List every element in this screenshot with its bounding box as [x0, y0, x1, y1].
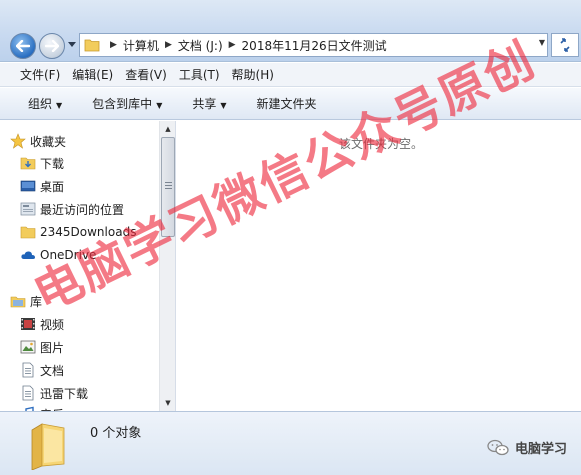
menu-help[interactable]: 帮助(H): [232, 66, 274, 83]
nav-item-downloads[interactable]: 下载: [20, 154, 65, 172]
breadcrumb-computer[interactable]: 计算机: [123, 37, 159, 54]
nav-item-recent-places[interactable]: 最近访问的位置: [20, 200, 125, 218]
corner-watermark-label: 电脑学习: [514, 442, 567, 457]
navigation-pane: 收藏夹 下载 桌面 最近访问的位置 2345Downloads OneDrive…: [0, 121, 176, 411]
organize-button[interactable]: 组织 ▼: [28, 95, 62, 112]
nav-item-desktop[interactable]: 桌面: [20, 177, 65, 195]
nav-favorites-label: 收藏夹: [30, 134, 67, 149]
nav-scrollbar[interactable]: ▲ ▼: [159, 121, 175, 411]
empty-folder-message: 该文件夹为空。: [339, 137, 424, 151]
share-button[interactable]: 共享 ▼: [192, 95, 226, 112]
include-in-library-label: 包含到库中: [92, 97, 153, 111]
document-icon: [22, 385, 34, 401]
menu-file[interactable]: 文件(F): [20, 66, 60, 83]
menu-edit[interactable]: 编辑(E): [72, 66, 113, 83]
new-folder-button[interactable]: 新建文件夹: [257, 95, 317, 112]
menu-bar: 文件(F) 编辑(E) 查看(V) 工具(T) 帮助(H): [0, 63, 581, 87]
nav-item-videos[interactable]: 视频: [21, 315, 65, 333]
nav-item-onedrive[interactable]: OneDrive: [21, 246, 97, 264]
arrow-right-icon: [45, 40, 59, 52]
folder-icon: [84, 39, 100, 52]
nav-libraries[interactable]: 库: [10, 292, 43, 310]
include-in-library-button[interactable]: 包含到库中 ▼: [92, 95, 162, 112]
item-count: 0 个对象: [90, 426, 142, 441]
command-bar: 组织 ▼ 包含到库中 ▼ 共享 ▼ 新建文件夹: [0, 88, 581, 120]
nav-item-label: OneDrive: [40, 248, 97, 262]
refresh-button[interactable]: [551, 33, 579, 57]
history-chevron-down-icon[interactable]: [68, 42, 76, 48]
nav-item-label: 迅雷下载: [40, 386, 89, 401]
breadcrumb-chevron-icon[interactable]: ▶: [110, 40, 117, 50]
nav-libraries-label: 库: [30, 294, 43, 309]
chevron-down-icon: ▼: [56, 101, 63, 110]
recent-places-icon: [20, 202, 36, 216]
chevron-down-icon: ▼: [220, 101, 227, 110]
scroll-thumb[interactable]: [161, 137, 175, 237]
nav-item-label: 文档: [40, 363, 65, 378]
address-dropdown-icon[interactable]: ▼: [539, 38, 545, 47]
breadcrumb-chevron-icon[interactable]: ▶: [229, 40, 236, 50]
document-icon: [22, 362, 34, 378]
menu-tools[interactable]: 工具(T): [179, 66, 220, 83]
refresh-icon: [560, 38, 570, 52]
share-label: 共享: [192, 97, 217, 111]
video-icon: [21, 318, 35, 330]
nav-item-pictures[interactable]: 图片: [20, 338, 65, 356]
nav-item-label: 视频: [40, 317, 65, 332]
menu-view[interactable]: 查看(V): [125, 66, 167, 83]
file-list-area[interactable]: 该文件夹为空。: [177, 121, 581, 411]
nav-item-label: 桌面: [40, 179, 65, 194]
nav-item-documents[interactable]: 文档: [22, 361, 65, 379]
folder-icon: [20, 226, 36, 239]
organize-label: 组织: [28, 97, 53, 111]
nav-item-label: 图片: [40, 340, 65, 355]
downloads-folder-icon: [20, 157, 36, 170]
nav-item-label: 最近访问的位置: [40, 202, 125, 217]
nav-item-thunder-downloads[interactable]: 迅雷下载: [22, 384, 89, 402]
back-button[interactable]: [10, 33, 36, 59]
nav-item-label: 下载: [40, 156, 65, 171]
address-input[interactable]: ▶ 计算机 ▶ 文档 (J:) ▶ 2018年11月26日文件测试 ▼: [79, 33, 548, 57]
wechat-icon: [487, 439, 509, 455]
arrow-left-icon: [16, 40, 30, 52]
address-toolbar: ▶ 计算机 ▶ 文档 (J:) ▶ 2018年11月26日文件测试 ▼: [0, 0, 581, 62]
breadcrumb-folder[interactable]: 2018年11月26日文件测试: [242, 37, 387, 54]
corner-watermark: 电脑学习: [487, 438, 567, 457]
nav-item-2345downloads[interactable]: 2345Downloads: [20, 223, 137, 241]
grip-icon: [165, 182, 172, 190]
cloud-icon: [21, 251, 35, 259]
scroll-up-arrow-icon[interactable]: ▲: [160, 121, 175, 137]
scroll-down-arrow-icon[interactable]: ▼: [160, 395, 175, 411]
breadcrumb-drive[interactable]: 文档 (J:): [178, 37, 223, 54]
library-icon: [10, 296, 26, 308]
forward-button[interactable]: [39, 33, 65, 59]
large-folder-icon: [31, 423, 65, 470]
nav-item-label: 2345Downloads: [40, 225, 137, 239]
chevron-down-icon: ▼: [156, 101, 163, 110]
star-icon: [10, 133, 26, 149]
breadcrumb-chevron-icon[interactable]: ▶: [165, 40, 172, 50]
nav-favorites[interactable]: 收藏夹: [10, 132, 67, 150]
desktop-icon: [20, 180, 36, 192]
picture-icon: [20, 340, 36, 354]
